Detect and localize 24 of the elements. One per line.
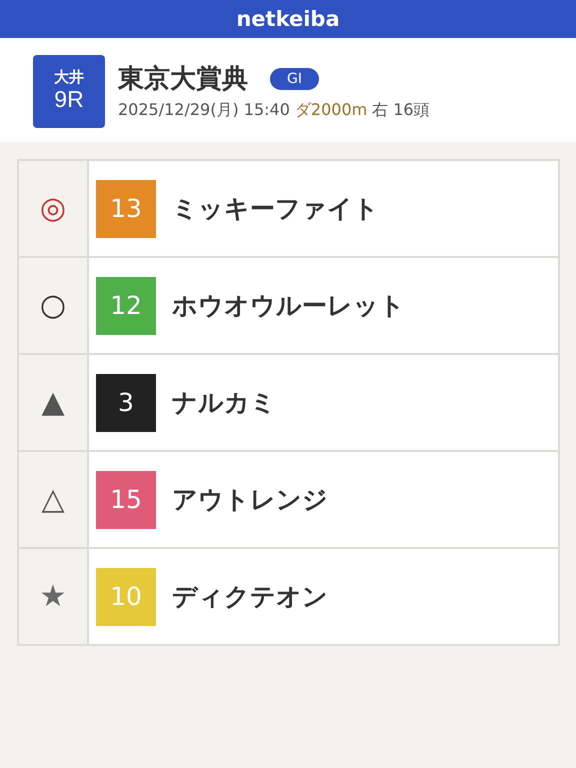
course-direction: 右 — [372, 100, 388, 121]
horse-name[interactable]: ナルカミ — [172, 386, 276, 419]
horse-name[interactable]: アウトレンジ — [172, 483, 328, 516]
venue-label: 大井 — [54, 68, 84, 86]
horse-name[interactable]: ディクテオン — [172, 580, 328, 613]
prediction-mark: ◎ — [40, 191, 66, 226]
prediction-mark: ○ — [40, 288, 66, 323]
prediction-mark: ★ — [40, 579, 66, 614]
course-distance: ダ2000m — [294, 100, 368, 121]
horse-name[interactable]: ミッキーファイト — [172, 192, 379, 225]
horse-number: 13 — [96, 180, 156, 238]
race-number: 9R — [54, 86, 84, 114]
horse-number: 15 — [96, 470, 156, 528]
horse-name[interactable]: ホウオウルーレット — [172, 289, 405, 322]
runner-count: 16頭 — [393, 100, 430, 121]
horse-number: 10 — [96, 568, 156, 626]
horse-number: 3 — [96, 374, 156, 432]
race-title: 東京大賞典 — [118, 63, 248, 96]
horse-number: 12 — [96, 276, 156, 334]
grade-badge: GI — [270, 68, 319, 90]
race-datetime: 2025/12/29(月) 15:40 — [118, 100, 290, 121]
site-logo[interactable]: netkeiba — [236, 7, 340, 31]
prediction-mark: △ — [41, 482, 65, 517]
prediction-mark: ▲ — [41, 385, 65, 420]
